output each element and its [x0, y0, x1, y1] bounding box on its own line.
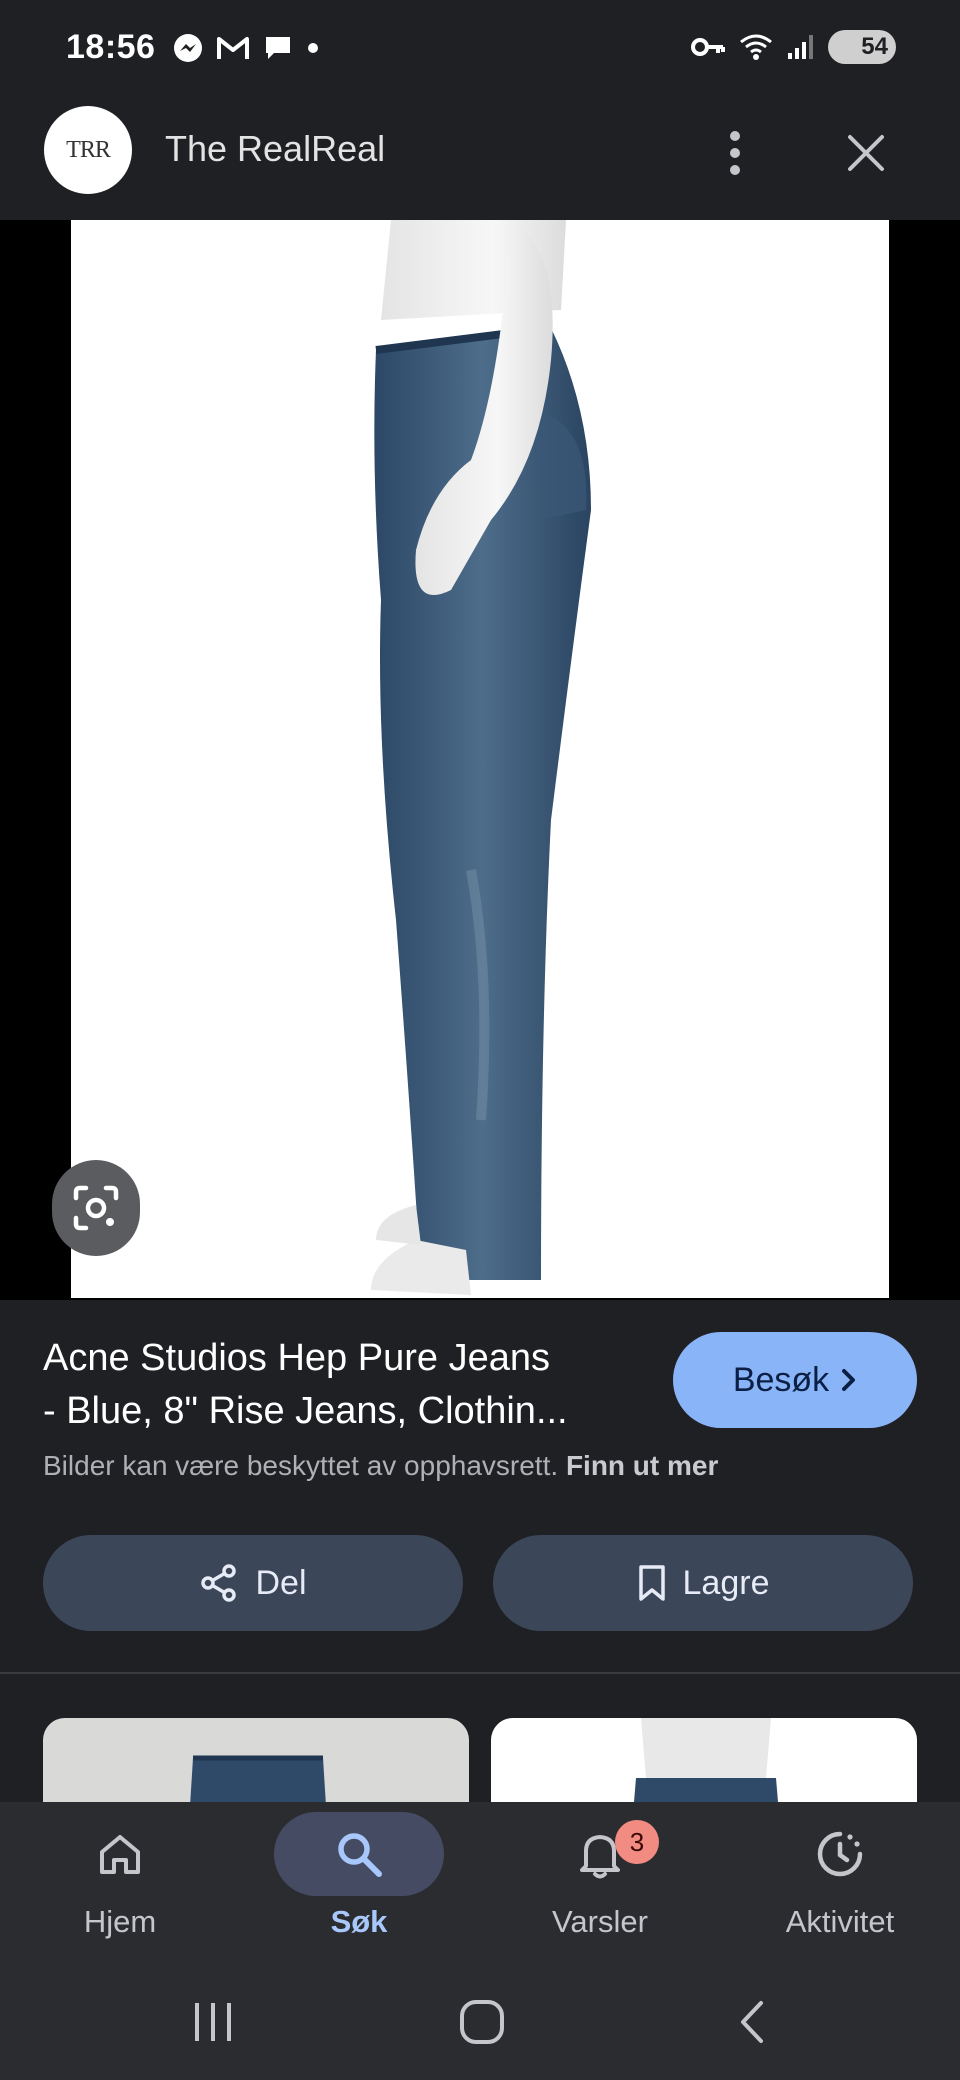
close-button[interactable] [836, 118, 896, 188]
bookmark-icon [638, 1565, 665, 1601]
signal-icon [788, 35, 813, 59]
home-icon [100, 1835, 140, 1874]
share-label: Del [255, 1563, 307, 1602]
jeans-photo [371, 220, 591, 1295]
vpn-key-icon [691, 38, 725, 56]
search-icon [338, 1833, 382, 1877]
system-icons: 54 [690, 30, 896, 64]
back-button[interactable] [707, 1992, 797, 2052]
messenger-icon [174, 34, 202, 62]
product-title-line1: Acne Studios Hep Pure Jeans [43, 1337, 550, 1379]
more-options-button[interactable] [710, 118, 760, 188]
product-info: Acne Studios Hep Pure Jeans - Blue, 8" R… [0, 1300, 960, 1670]
more-vert-icon [730, 131, 740, 175]
site-name[interactable]: The RealReal [165, 128, 385, 170]
nav-label-notifications: Varsler [552, 1904, 648, 1939]
lens-search-button[interactable] [52, 1160, 140, 1256]
recents-icon [195, 2003, 231, 2041]
bottom-navigation: Hjem Søk 3 Varsler Aktivitet [0, 1802, 960, 1962]
notification-badge: 3 [615, 1820, 659, 1864]
visit-label: Besøk [732, 1360, 830, 1399]
nav-item-search[interactable]: Søk [259, 1812, 459, 1962]
battery-icon: 54 [828, 30, 896, 64]
back-icon [741, 2001, 763, 2043]
visit-button[interactable]: Besøk [673, 1332, 917, 1428]
recent-apps-button[interactable] [168, 1992, 258, 2052]
share-icon [201, 1564, 237, 1602]
site-logo[interactable]: TRR [44, 106, 132, 194]
home-circle-icon [460, 2000, 504, 2044]
status-bar: 18:56 54 [0, 0, 960, 78]
copyright-text: Bilder kan være beskyttet av opphavsrett… [43, 1450, 559, 1481]
nav-item-activity[interactable]: Aktivitet [740, 1812, 940, 1962]
save-label: Lagre [682, 1563, 770, 1602]
wifi-icon [740, 34, 772, 60]
nav-item-home[interactable]: Hjem [20, 1812, 220, 1962]
source-header: TRR The RealReal [0, 78, 960, 220]
image-viewer[interactable] [0, 220, 960, 1300]
related-images [0, 1674, 960, 1802]
related-image-card[interactable] [491, 1718, 917, 1802]
learn-more-link[interactable]: Finn ut mer [566, 1450, 718, 1481]
chat-icon [266, 37, 290, 59]
lens-icon [73, 1185, 119, 1231]
product-title[interactable]: Acne Studios Hep Pure Jeans - Blue, 8" R… [43, 1332, 643, 1438]
home-system-button[interactable] [437, 1992, 527, 2052]
close-icon [848, 135, 884, 171]
nav-item-notifications[interactable]: 3 Varsler [500, 1812, 700, 1962]
copyright-note: Bilder kan være beskyttet av opphavsrett… [43, 1450, 718, 1482]
related-image-card[interactable] [43, 1718, 469, 1802]
activity-icon [817, 1831, 863, 1877]
related-thumbnail [634, 1718, 778, 1802]
product-image[interactable] [71, 220, 889, 1298]
nav-label-activity: Aktivitet [785, 1904, 895, 1939]
battery-level: 54 [861, 33, 888, 60]
save-button[interactable]: Lagre [493, 1535, 913, 1631]
nav-label-search: Søk [330, 1904, 388, 1939]
notification-icons [172, 32, 320, 64]
product-title-line2: - Blue, 8" Rise Jeans, Clothin... [43, 1390, 568, 1432]
nav-label-home: Hjem [83, 1904, 157, 1939]
share-button[interactable]: Del [43, 1535, 463, 1631]
status-time: 18:56 [66, 28, 156, 66]
related-thumbnail [190, 1755, 326, 1802]
chevron-right-icon [842, 1369, 856, 1391]
system-navigation-bar [0, 1962, 960, 2080]
dot-icon [308, 43, 318, 53]
gmail-icon [217, 37, 249, 59]
